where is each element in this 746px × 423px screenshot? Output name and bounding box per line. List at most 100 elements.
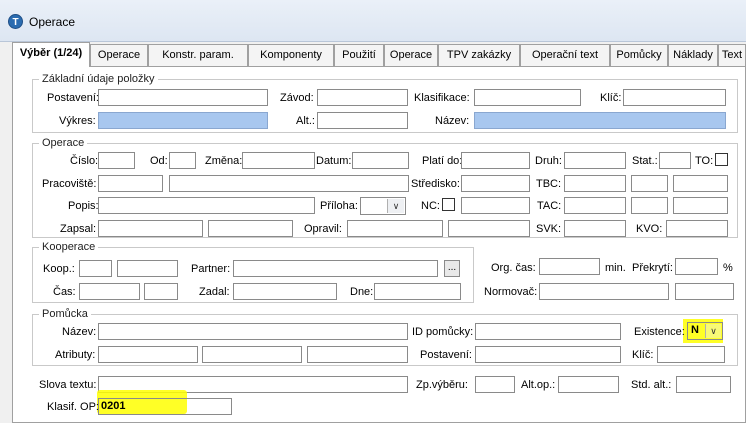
popis-field[interactable] <box>98 197 315 214</box>
klasifikace-field[interactable] <box>474 89 581 106</box>
tbc-field-3[interactable] <box>673 175 728 192</box>
nc-checkbox[interactable] <box>442 198 455 211</box>
datum-field[interactable] <box>352 152 409 169</box>
normovac-label: Normovač: <box>484 286 538 298</box>
min-label: min. <box>605 262 626 274</box>
cislo-field[interactable] <box>98 152 135 169</box>
prekryti-field[interactable] <box>675 258 718 275</box>
kvo-label: KVO: <box>636 223 663 235</box>
tab-konstr-param[interactable]: Konstr. param. <box>148 44 248 66</box>
main-panel: Základní údaje položky Postavení: Závod:… <box>12 66 746 423</box>
group-basic-title: Základní údaje položky <box>39 73 158 85</box>
existence-select[interactable]: N ∨ <box>687 322 723 340</box>
tbc-label: TBC: <box>536 178 562 190</box>
zapsal-field-1[interactable] <box>98 220 203 237</box>
alt-op-field[interactable] <box>558 376 619 393</box>
prekryti-label: Překrytí: <box>632 262 673 274</box>
chevron-down-icon[interactable]: ∨ <box>387 199 404 213</box>
tac-field-2[interactable] <box>631 197 668 214</box>
pomucka-klic-label: Klíč: <box>632 349 654 361</box>
tac-field-3[interactable] <box>673 197 728 214</box>
zp-vyberu-field[interactable] <box>475 376 515 393</box>
opravil-field-1[interactable] <box>347 220 443 237</box>
tab-operace[interactable]: Operace <box>90 44 148 66</box>
opravil-field-2[interactable] <box>448 220 530 237</box>
tab-pomucky[interactable]: Pomůcky <box>610 44 668 66</box>
stredisko-label: Středisko: <box>411 178 460 190</box>
tbc-field-1[interactable] <box>564 175 626 192</box>
tab-komponenty[interactable]: Komponenty <box>248 44 334 66</box>
existence-value: N <box>691 324 699 336</box>
klasif-op-field[interactable]: 0201 <box>98 398 232 415</box>
tac-field-1[interactable] <box>564 197 626 214</box>
zapsal-label: Zapsal: <box>60 223 97 235</box>
pomucka-nazev-field[interactable] <box>98 323 408 340</box>
partner-browse-button[interactable]: ... <box>444 260 460 277</box>
svk-field[interactable] <box>564 220 626 237</box>
chevron-down-icon[interactable]: ∨ <box>705 324 721 338</box>
normovac-field-1[interactable] <box>539 283 669 300</box>
priloha-select[interactable]: ∨ <box>360 197 406 215</box>
nc-field[interactable] <box>461 197 530 214</box>
atributy-field-1[interactable] <box>98 346 198 363</box>
tbc-field-2[interactable] <box>631 175 668 192</box>
pracoviste-label: Pracoviště: <box>42 178 97 190</box>
id-pomucky-label: ID pomůcky: <box>412 326 474 338</box>
opravil-label: Opravil: <box>304 223 342 235</box>
std-alt-field[interactable] <box>676 376 731 393</box>
cas-field-1[interactable] <box>79 283 140 300</box>
koop-label: Koop.: <box>43 263 75 275</box>
pomucka-klic-field[interactable] <box>657 346 725 363</box>
cas-label: Čas: <box>53 286 76 298</box>
pracoviste-code-field[interactable] <box>98 175 163 192</box>
od-field[interactable] <box>169 152 196 169</box>
zapsal-field-2[interactable] <box>208 220 293 237</box>
pomucka-postaveni-field[interactable] <box>475 346 621 363</box>
kvo-field[interactable] <box>666 220 728 237</box>
postaveni-field[interactable] <box>98 89 268 106</box>
atributy-field-3[interactable] <box>307 346 408 363</box>
zavod-field[interactable] <box>317 89 408 106</box>
datum-label: Datum: <box>316 155 352 167</box>
tab-text[interactable]: Text <box>718 44 746 66</box>
atributy-label: Atributy: <box>55 349 96 361</box>
koop-field-1[interactable] <box>79 260 112 277</box>
pracoviste-name-field[interactable] <box>169 175 409 192</box>
zadal-field[interactable] <box>233 283 337 300</box>
koop-field-2[interactable] <box>117 260 178 277</box>
klic-field[interactable] <box>623 89 726 106</box>
id-pomucky-field[interactable] <box>475 323 621 340</box>
priloha-label: Příloha: <box>320 200 358 212</box>
to-checkbox[interactable] <box>715 153 728 166</box>
cas-field-2[interactable] <box>144 283 178 300</box>
org-cas-field[interactable] <box>539 258 600 275</box>
tab-operace-2[interactable]: Operace <box>384 44 438 66</box>
tab-pouziti[interactable]: Použití <box>334 44 384 66</box>
tab-tpv-zakazky[interactable]: TPV zakázky <box>438 44 520 66</box>
to-label: TO: <box>695 155 714 167</box>
stredisko-field[interactable] <box>461 175 530 192</box>
stat-field[interactable] <box>659 152 691 169</box>
vykres-field[interactable] <box>98 112 268 129</box>
plati-do-field[interactable] <box>461 152 530 169</box>
alt-field[interactable] <box>317 112 408 129</box>
group-kooperace-title: Kooperace <box>39 241 99 253</box>
normovac-field-2[interactable] <box>675 283 734 300</box>
druh-field[interactable] <box>564 152 626 169</box>
klasif-op-label: Klasif. OP: <box>47 401 99 413</box>
tab-operacni-text[interactable]: Operační text <box>520 44 610 66</box>
tab-vyber[interactable]: Výběr (1/24) <box>12 42 90 67</box>
tab-naklady[interactable]: Náklady <box>668 44 718 66</box>
dne-field[interactable] <box>374 283 461 300</box>
nazev-field[interactable] <box>474 112 726 129</box>
org-cas-label: Org. čas: <box>491 262 536 274</box>
pomucka-nazev-label: Název: <box>62 326 97 338</box>
stat-label: Stat.: <box>632 155 658 167</box>
slova-textu-label: Slova textu: <box>39 379 97 391</box>
tac-label: TAC: <box>537 200 562 212</box>
zmena-field[interactable] <box>242 152 315 169</box>
klic-label: Klíč: <box>600 92 622 104</box>
partner-field[interactable] <box>233 260 438 277</box>
alt-label: Alt.: <box>296 115 315 127</box>
atributy-field-2[interactable] <box>202 346 302 363</box>
